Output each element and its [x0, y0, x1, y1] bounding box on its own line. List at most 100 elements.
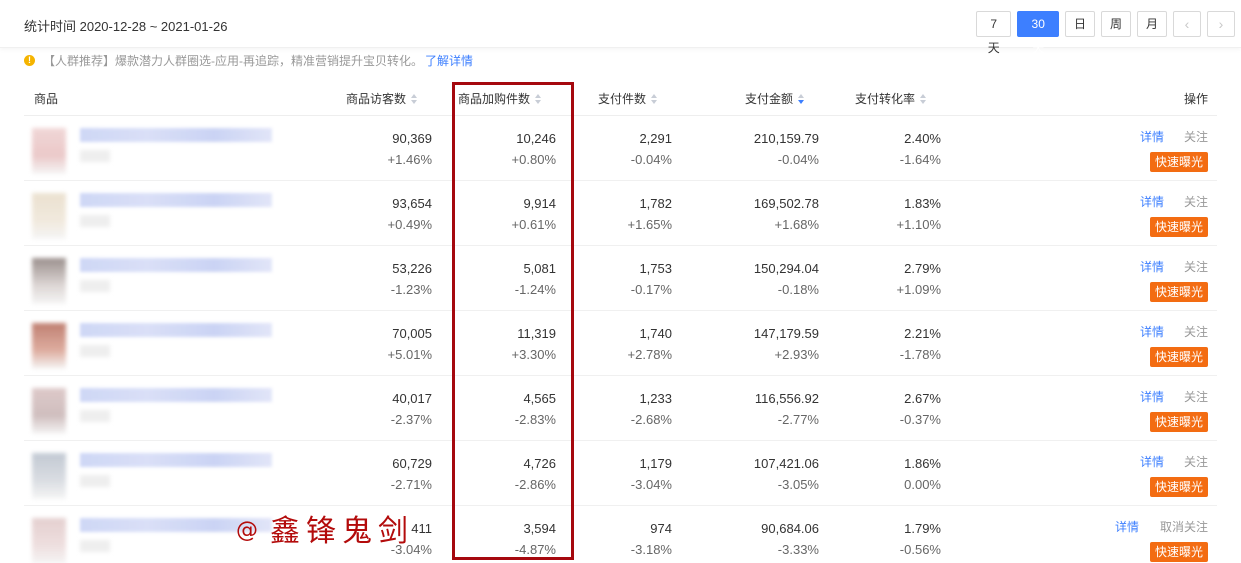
cell-visitors: 93,654 [392, 196, 432, 211]
cell-amount: 107,421.06 [753, 456, 819, 471]
product-name-blurred[interactable] [80, 193, 272, 207]
product-name-blurred[interactable] [80, 323, 272, 337]
table-row: 40,017 -2.37% 4,565 -2.83% 1,233 -2.68% 116,55… [24, 376, 1217, 441]
range-30d-button[interactable]: 30天 [1017, 11, 1059, 55]
sort-icon[interactable] [651, 93, 658, 104]
cell-amount-change: -3.33% [777, 542, 819, 557]
quick-exposure-button[interactable]: 快速曝光 [1149, 282, 1208, 302]
table-row: 60,729 -2.71% 4,726 -2.86% 1,179 -3.04% 107,42… [24, 441, 1217, 506]
quick-exposure-button[interactable]: 快速曝光 [1149, 412, 1208, 432]
col-conv-rate[interactable]: 支付转化率 [855, 90, 927, 107]
product-name-blurred[interactable] [80, 258, 272, 272]
detail-link[interactable]: 详情 [1140, 388, 1164, 405]
detail-link[interactable]: 详情 [1140, 128, 1164, 145]
learn-more-link[interactable]: 了解详情 [425, 52, 473, 69]
product-sub-blurred [80, 410, 110, 422]
notice-text: 【人群推荐】爆款潜力人群圈选-应用-再追踪，精准营销提升宝贝转化。 [43, 54, 423, 68]
sort-desc-icon[interactable] [798, 93, 805, 104]
cell-amount-change: -0.18% [777, 282, 819, 297]
follow-link[interactable]: 关注 [1184, 323, 1208, 340]
sort-icon[interactable] [920, 93, 927, 104]
range-day-button[interactable]: 日 [1065, 11, 1095, 37]
cell-amount-change: -2.77% [777, 412, 819, 427]
product-sub-blurred [80, 150, 110, 162]
cell-pay_qty-change: -0.04% [630, 152, 672, 167]
sort-icon[interactable] [411, 93, 418, 104]
product-thumbnail[interactable] [32, 388, 66, 434]
cell-visitors-change: +0.49% [387, 217, 432, 232]
cell-rate: 1.79% [904, 521, 941, 536]
follow-link[interactable]: 关注 [1184, 453, 1208, 470]
watermark: @ 鑫锋鬼剑 [236, 514, 414, 549]
col-actions: 操作 [1184, 92, 1209, 106]
quick-exposure-button[interactable]: 快速曝光 [1149, 542, 1208, 562]
col-visitors[interactable]: 商品访客数 [346, 90, 418, 107]
cart-column-highlight-box [452, 82, 574, 560]
product-sub-blurred [80, 475, 110, 487]
col-pay-qty[interactable]: 支付件数 [598, 90, 658, 107]
follow-link[interactable]: 关注 [1184, 388, 1208, 405]
product-thumbnail[interactable] [32, 323, 66, 369]
detail-link[interactable]: 详情 [1115, 518, 1139, 535]
table-row: 90,369 +1.46% 10,246 +0.80% 2,291 -0.04% 210,1… [24, 116, 1217, 181]
cell-rate: 2.40% [904, 131, 941, 146]
cell-visitors: 60,729 [392, 456, 432, 471]
cell-pay_qty-change: -2.68% [630, 412, 672, 427]
follow-link[interactable]: 取消关注 [1160, 518, 1208, 535]
product-name-blurred[interactable] [80, 128, 272, 142]
range-selector: 7天 30天 日 周 月 ‹ › [976, 11, 1241, 55]
cell-visitors-change: +5.01% [387, 347, 432, 362]
cell-visitors: 40,017 [392, 391, 432, 406]
cell-pay_qty: 1,179 [639, 456, 672, 471]
cell-rate: 2.67% [904, 391, 941, 406]
follow-link[interactable]: 关注 [1184, 128, 1208, 145]
cell-amount: 150,294.04 [753, 261, 819, 276]
detail-link[interactable]: 详情 [1140, 193, 1164, 210]
product-thumbnail[interactable] [32, 258, 66, 304]
cell-amount: 90,684.06 [761, 521, 819, 536]
notice-bar: ! 【人群推荐】爆款潜力人群圈选-应用-再追踪，精准营销提升宝贝转化。 了解详情 [24, 52, 473, 69]
cell-rate-change: -1.64% [899, 152, 941, 167]
product-name-blurred[interactable] [80, 388, 272, 402]
prev-arrow-icon[interactable]: ‹ [1173, 11, 1201, 37]
product-sub-blurred [80, 345, 110, 357]
detail-link[interactable]: 详情 [1140, 453, 1164, 470]
range-week-button[interactable]: 周 [1101, 11, 1131, 37]
cell-amount-change: +2.93% [774, 347, 819, 362]
cell-amount-change: -0.04% [777, 152, 819, 167]
quick-exposure-button[interactable]: 快速曝光 [1149, 217, 1208, 237]
product-thumbnail[interactable] [32, 453, 66, 499]
quick-exposure-button[interactable]: 快速曝光 [1149, 347, 1208, 367]
col-product: 商品 [34, 92, 59, 106]
range-7d-button[interactable]: 7天 [976, 11, 1012, 55]
next-arrow-icon[interactable]: › [1207, 11, 1235, 37]
quick-exposure-button[interactable]: 快速曝光 [1149, 152, 1208, 172]
cell-visitors-change: +1.46% [387, 152, 432, 167]
cell-rate-change: +1.10% [896, 217, 941, 232]
table-row: 70,005 +5.01% 11,319 +3.30% 1,740 +2.78% 147,1… [24, 311, 1217, 376]
cell-visitors: 53,226 [392, 261, 432, 276]
detail-link[interactable]: 详情 [1140, 258, 1164, 275]
cell-pay_qty-change: -3.18% [630, 542, 672, 557]
range-month-button[interactable]: 月 [1137, 11, 1167, 37]
follow-link[interactable]: 关注 [1184, 193, 1208, 210]
cell-amount-change: -3.05% [777, 477, 819, 492]
cell-pay_qty-change: -3.04% [630, 477, 672, 492]
product-name-blurred[interactable] [80, 453, 272, 467]
product-sub-blurred [80, 280, 110, 292]
product-thumbnail[interactable] [32, 518, 66, 563]
product-thumbnail[interactable] [32, 128, 66, 174]
cell-rate-change: +1.09% [896, 282, 941, 297]
cell-amount: 169,502.78 [753, 196, 819, 211]
product-sub-blurred [80, 540, 110, 552]
follow-link[interactable]: 关注 [1184, 258, 1208, 275]
cell-amount-change: +1.68% [774, 217, 819, 232]
quick-exposure-button[interactable]: 快速曝光 [1149, 477, 1208, 497]
product-thumbnail[interactable] [32, 193, 66, 239]
col-pay-amount[interactable]: 支付金额 [745, 90, 805, 107]
cell-rate-change: 0.00% [904, 477, 941, 492]
cell-rate: 1.83% [904, 196, 941, 211]
detail-link[interactable]: 详情 [1140, 323, 1164, 340]
cell-visitors-change: -1.23% [390, 282, 432, 297]
cell-pay_qty-change: +2.78% [627, 347, 672, 362]
